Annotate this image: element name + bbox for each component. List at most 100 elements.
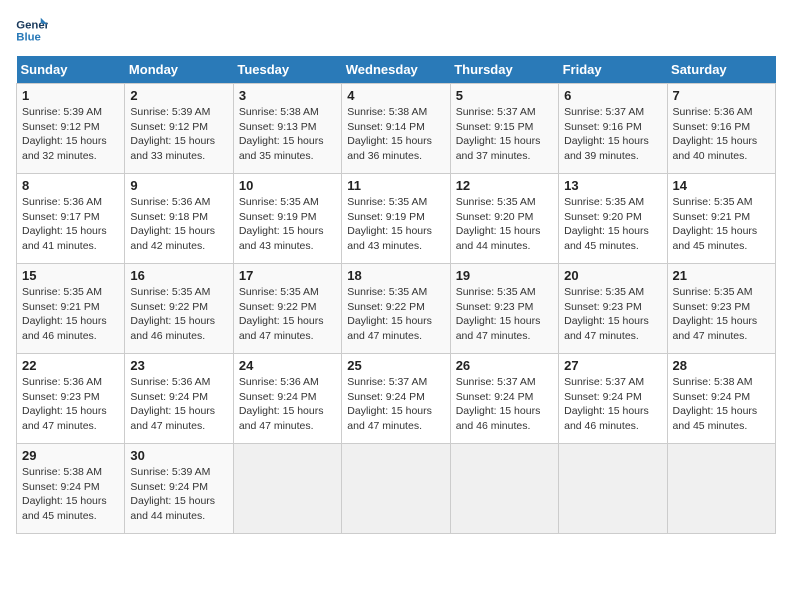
day-detail: Sunrise: 5:38 AM Sunset: 9:14 PM Dayligh… [347, 105, 444, 164]
day-number: 10 [239, 178, 336, 193]
day-detail: Sunrise: 5:35 AM Sunset: 9:22 PM Dayligh… [130, 285, 227, 344]
calendar-cell [559, 444, 667, 534]
day-number: 19 [456, 268, 553, 283]
calendar-cell: 17 Sunrise: 5:35 AM Sunset: 9:22 PM Dayl… [233, 264, 341, 354]
calendar-cell: 18 Sunrise: 5:35 AM Sunset: 9:22 PM Dayl… [342, 264, 450, 354]
day-detail: Sunrise: 5:35 AM Sunset: 9:19 PM Dayligh… [239, 195, 336, 254]
day-number: 7 [673, 88, 770, 103]
day-number: 12 [456, 178, 553, 193]
day-number: 18 [347, 268, 444, 283]
day-number: 4 [347, 88, 444, 103]
day-number: 29 [22, 448, 119, 463]
calendar-cell: 16 Sunrise: 5:35 AM Sunset: 9:22 PM Dayl… [125, 264, 233, 354]
logo: General Blue [16, 16, 48, 44]
day-detail: Sunrise: 5:35 AM Sunset: 9:22 PM Dayligh… [347, 285, 444, 344]
calendar-cell: 10 Sunrise: 5:35 AM Sunset: 9:19 PM Dayl… [233, 174, 341, 264]
day-number: 17 [239, 268, 336, 283]
day-number: 25 [347, 358, 444, 373]
weekday-header-sunday: Sunday [17, 56, 125, 84]
day-number: 24 [239, 358, 336, 373]
day-number: 16 [130, 268, 227, 283]
calendar-cell: 1 Sunrise: 5:39 AM Sunset: 9:12 PM Dayli… [17, 84, 125, 174]
day-number: 22 [22, 358, 119, 373]
day-number: 13 [564, 178, 661, 193]
calendar-cell: 13 Sunrise: 5:35 AM Sunset: 9:20 PM Dayl… [559, 174, 667, 264]
weekday-header-saturday: Saturday [667, 56, 775, 84]
calendar-week-row: 8 Sunrise: 5:36 AM Sunset: 9:17 PM Dayli… [17, 174, 776, 264]
day-detail: Sunrise: 5:37 AM Sunset: 9:15 PM Dayligh… [456, 105, 553, 164]
calendar-cell: 23 Sunrise: 5:36 AM Sunset: 9:24 PM Dayl… [125, 354, 233, 444]
calendar-cell: 26 Sunrise: 5:37 AM Sunset: 9:24 PM Dayl… [450, 354, 558, 444]
day-detail: Sunrise: 5:39 AM Sunset: 9:12 PM Dayligh… [22, 105, 119, 164]
day-detail: Sunrise: 5:37 AM Sunset: 9:16 PM Dayligh… [564, 105, 661, 164]
calendar-cell: 30 Sunrise: 5:39 AM Sunset: 9:24 PM Dayl… [125, 444, 233, 534]
calendar-week-row: 29 Sunrise: 5:38 AM Sunset: 9:24 PM Dayl… [17, 444, 776, 534]
calendar-cell: 15 Sunrise: 5:35 AM Sunset: 9:21 PM Dayl… [17, 264, 125, 354]
day-number: 26 [456, 358, 553, 373]
calendar-week-row: 22 Sunrise: 5:36 AM Sunset: 9:23 PM Dayl… [17, 354, 776, 444]
day-number: 20 [564, 268, 661, 283]
day-number: 30 [130, 448, 227, 463]
calendar-table: SundayMondayTuesdayWednesdayThursdayFrid… [16, 56, 776, 534]
svg-text:Blue: Blue [16, 32, 41, 44]
day-number: 23 [130, 358, 227, 373]
day-detail: Sunrise: 5:35 AM Sunset: 9:23 PM Dayligh… [564, 285, 661, 344]
weekday-header-monday: Monday [125, 56, 233, 84]
calendar-cell: 4 Sunrise: 5:38 AM Sunset: 9:14 PM Dayli… [342, 84, 450, 174]
day-number: 5 [456, 88, 553, 103]
day-number: 14 [673, 178, 770, 193]
day-number: 21 [673, 268, 770, 283]
weekday-header-wednesday: Wednesday [342, 56, 450, 84]
day-number: 27 [564, 358, 661, 373]
day-detail: Sunrise: 5:36 AM Sunset: 9:16 PM Dayligh… [673, 105, 770, 164]
calendar-cell: 25 Sunrise: 5:37 AM Sunset: 9:24 PM Dayl… [342, 354, 450, 444]
calendar-cell: 8 Sunrise: 5:36 AM Sunset: 9:17 PM Dayli… [17, 174, 125, 264]
calendar-cell: 7 Sunrise: 5:36 AM Sunset: 9:16 PM Dayli… [667, 84, 775, 174]
day-number: 11 [347, 178, 444, 193]
day-detail: Sunrise: 5:36 AM Sunset: 9:24 PM Dayligh… [130, 375, 227, 434]
calendar-cell: 27 Sunrise: 5:37 AM Sunset: 9:24 PM Dayl… [559, 354, 667, 444]
weekday-header-friday: Friday [559, 56, 667, 84]
calendar-week-row: 1 Sunrise: 5:39 AM Sunset: 9:12 PM Dayli… [17, 84, 776, 174]
day-detail: Sunrise: 5:35 AM Sunset: 9:23 PM Dayligh… [673, 285, 770, 344]
calendar-cell: 12 Sunrise: 5:35 AM Sunset: 9:20 PM Dayl… [450, 174, 558, 264]
day-number: 1 [22, 88, 119, 103]
calendar-cell: 24 Sunrise: 5:36 AM Sunset: 9:24 PM Dayl… [233, 354, 341, 444]
day-number: 28 [673, 358, 770, 373]
calendar-cell: 29 Sunrise: 5:38 AM Sunset: 9:24 PM Dayl… [17, 444, 125, 534]
page-header: General Blue [16, 16, 776, 44]
day-detail: Sunrise: 5:37 AM Sunset: 9:24 PM Dayligh… [347, 375, 444, 434]
day-detail: Sunrise: 5:35 AM Sunset: 9:22 PM Dayligh… [239, 285, 336, 344]
day-number: 15 [22, 268, 119, 283]
day-detail: Sunrise: 5:35 AM Sunset: 9:20 PM Dayligh… [456, 195, 553, 254]
weekday-header-tuesday: Tuesday [233, 56, 341, 84]
calendar-cell [450, 444, 558, 534]
day-detail: Sunrise: 5:38 AM Sunset: 9:24 PM Dayligh… [22, 465, 119, 524]
calendar-cell: 11 Sunrise: 5:35 AM Sunset: 9:19 PM Dayl… [342, 174, 450, 264]
day-detail: Sunrise: 5:39 AM Sunset: 9:12 PM Dayligh… [130, 105, 227, 164]
day-number: 8 [22, 178, 119, 193]
day-detail: Sunrise: 5:36 AM Sunset: 9:23 PM Dayligh… [22, 375, 119, 434]
calendar-cell: 5 Sunrise: 5:37 AM Sunset: 9:15 PM Dayli… [450, 84, 558, 174]
calendar-cell: 21 Sunrise: 5:35 AM Sunset: 9:23 PM Dayl… [667, 264, 775, 354]
day-detail: Sunrise: 5:36 AM Sunset: 9:17 PM Dayligh… [22, 195, 119, 254]
day-detail: Sunrise: 5:35 AM Sunset: 9:19 PM Dayligh… [347, 195, 444, 254]
calendar-cell: 22 Sunrise: 5:36 AM Sunset: 9:23 PM Dayl… [17, 354, 125, 444]
calendar-cell: 19 Sunrise: 5:35 AM Sunset: 9:23 PM Dayl… [450, 264, 558, 354]
day-number: 2 [130, 88, 227, 103]
day-detail: Sunrise: 5:37 AM Sunset: 9:24 PM Dayligh… [564, 375, 661, 434]
day-number: 6 [564, 88, 661, 103]
calendar-cell: 9 Sunrise: 5:36 AM Sunset: 9:18 PM Dayli… [125, 174, 233, 264]
day-detail: Sunrise: 5:39 AM Sunset: 9:24 PM Dayligh… [130, 465, 227, 524]
calendar-cell: 3 Sunrise: 5:38 AM Sunset: 9:13 PM Dayli… [233, 84, 341, 174]
calendar-cell [342, 444, 450, 534]
day-detail: Sunrise: 5:35 AM Sunset: 9:21 PM Dayligh… [22, 285, 119, 344]
calendar-cell: 2 Sunrise: 5:39 AM Sunset: 9:12 PM Dayli… [125, 84, 233, 174]
calendar-week-row: 15 Sunrise: 5:35 AM Sunset: 9:21 PM Dayl… [17, 264, 776, 354]
day-detail: Sunrise: 5:38 AM Sunset: 9:24 PM Dayligh… [673, 375, 770, 434]
calendar-cell: 28 Sunrise: 5:38 AM Sunset: 9:24 PM Dayl… [667, 354, 775, 444]
calendar-cell: 6 Sunrise: 5:37 AM Sunset: 9:16 PM Dayli… [559, 84, 667, 174]
calendar-cell [233, 444, 341, 534]
calendar-cell: 20 Sunrise: 5:35 AM Sunset: 9:23 PM Dayl… [559, 264, 667, 354]
day-number: 9 [130, 178, 227, 193]
